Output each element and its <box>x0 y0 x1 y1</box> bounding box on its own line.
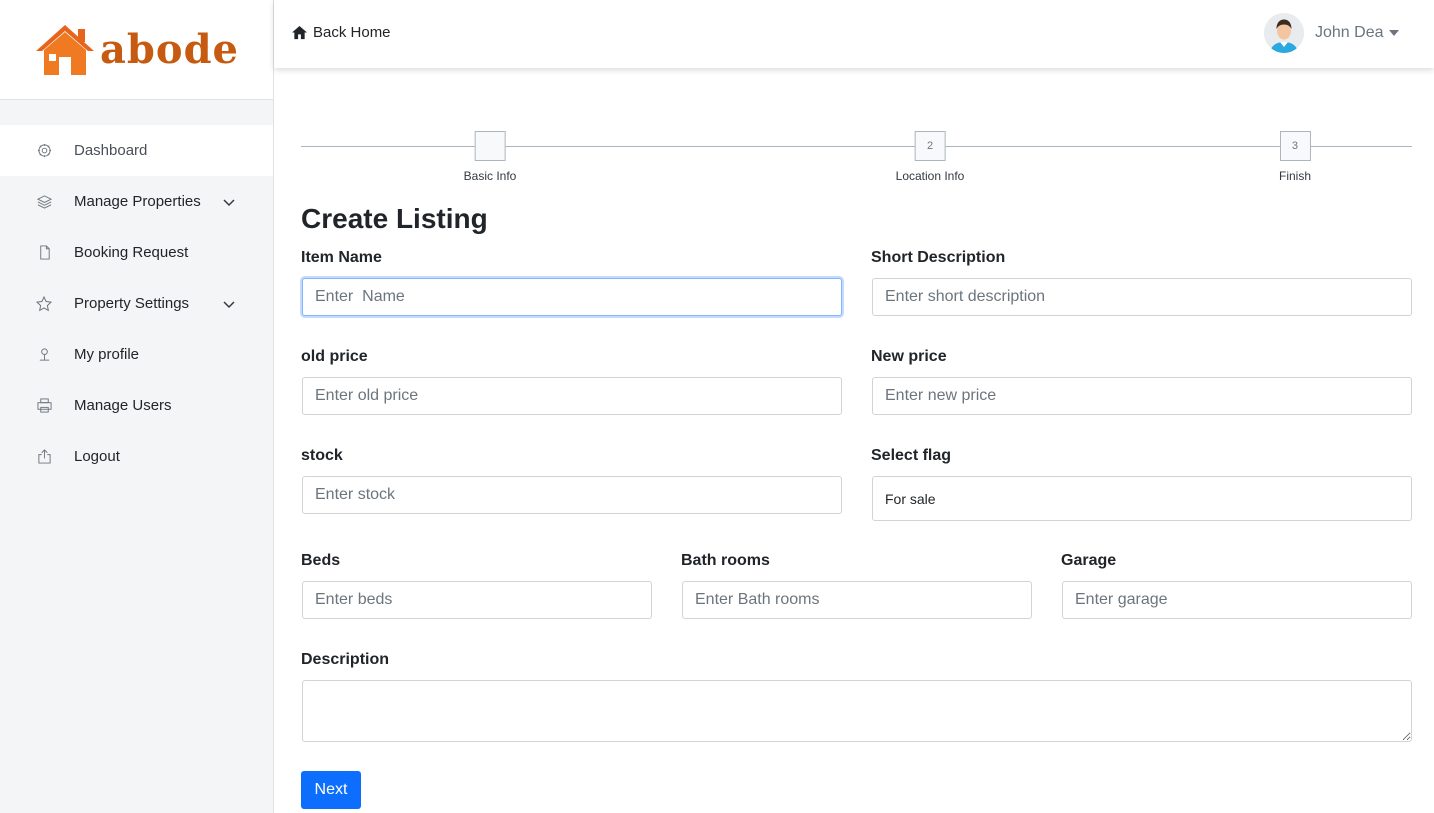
step-basic-info: 1 Basic Info <box>463 131 517 183</box>
back-home-label: Back Home <box>313 24 391 41</box>
star-icon <box>36 295 52 312</box>
avatar <box>1264 13 1304 53</box>
description-textarea[interactable] <box>302 680 1412 742</box>
chevron-down-icon <box>222 297 236 311</box>
sidebar-item-label: Booking Request <box>74 244 189 261</box>
item-name-input[interactable] <box>302 278 842 316</box>
progress-stepper: 1 Basic Info 2 Location Info 3 Finish <box>301 131 1412 191</box>
sidebar-nav: Dashboard Manage Properties Booking Requ… <box>0 125 273 482</box>
short-description-input[interactable] <box>872 278 1412 316</box>
sidebar-item-dashboard[interactable]: Dashboard <box>0 125 273 176</box>
sidebar: abode Dashboard Manage Properties Bookin… <box>0 0 274 813</box>
document-icon <box>36 245 52 261</box>
bathrooms-label: Bath rooms <box>681 552 770 569</box>
step-number: 3 <box>1279 131 1311 161</box>
select-flag-label: Select flag <box>871 447 952 464</box>
sidebar-item-manage-properties[interactable]: Manage Properties <box>0 176 273 227</box>
garage-label: Garage <box>1061 552 1117 569</box>
step-label: Finish <box>1278 169 1312 183</box>
sidebar-item-property-settings[interactable]: Property Settings <box>0 278 273 329</box>
step-location-info: 2 Location Info <box>895 131 965 183</box>
sidebar-item-manage-users[interactable]: Manage Users <box>0 380 273 431</box>
sidebar-item-label: Dashboard <box>74 142 148 159</box>
short-description-label: Short Description <box>871 249 1006 266</box>
step-label: Basic Info <box>463 169 517 183</box>
topbar: Back Home John Dea <box>274 0 1434 68</box>
printer-icon <box>36 398 52 414</box>
old-price-input[interactable] <box>302 377 842 415</box>
step-finish: 3 Finish <box>1279 131 1311 183</box>
sidebar-item-label: My profile <box>74 346 140 363</box>
sidebar-item-label: Property Settings <box>74 295 190 312</box>
new-price-label: New price <box>871 348 947 365</box>
logout-icon <box>36 449 52 465</box>
sidebar-item-label: Logout <box>74 448 120 465</box>
stock-label: stock <box>301 447 343 464</box>
caret-down-icon <box>1388 30 1399 36</box>
stock-input[interactable] <box>302 476 842 514</box>
back-home-link[interactable]: Back Home <box>291 24 391 41</box>
beds-label: Beds <box>301 552 341 569</box>
user-menu[interactable]: John Dea <box>1264 13 1399 53</box>
step-number: 2 <box>914 131 946 161</box>
house-logo-icon <box>36 24 94 75</box>
page-title: Create Listing <box>301 203 488 234</box>
home-icon <box>292 25 307 40</box>
bathrooms-input[interactable] <box>682 581 1032 619</box>
sidebar-item-label: Manage Users <box>74 397 172 414</box>
sidebar-item-logout[interactable]: Logout <box>0 431 273 482</box>
description-label: Description <box>301 651 390 668</box>
logo[interactable]: abode <box>0 0 273 100</box>
new-price-input[interactable] <box>872 377 1412 415</box>
user-icon <box>36 347 52 363</box>
layers-icon <box>36 194 52 210</box>
user-name: John Dea <box>1315 24 1384 41</box>
next-button[interactable]: Next <box>301 771 361 809</box>
garage-input[interactable] <box>1062 581 1412 619</box>
step-number: 1 <box>474 131 506 161</box>
beds-input[interactable] <box>302 581 652 619</box>
sidebar-item-label: Manage Properties <box>74 193 201 210</box>
flag-select[interactable]: For sale <box>872 476 1412 521</box>
item-name-label: Item Name <box>301 249 382 266</box>
step-label: Location Info <box>895 169 965 183</box>
old-price-label: old price <box>301 348 368 365</box>
chevron-down-icon <box>222 195 236 209</box>
brand-name: abode <box>100 26 239 73</box>
flag-select-value: For sale <box>885 490 936 507</box>
gear-icon <box>36 143 52 159</box>
sidebar-item-booking-request[interactable]: Booking Request <box>0 227 273 278</box>
sidebar-item-my-profile[interactable]: My profile <box>0 329 273 380</box>
